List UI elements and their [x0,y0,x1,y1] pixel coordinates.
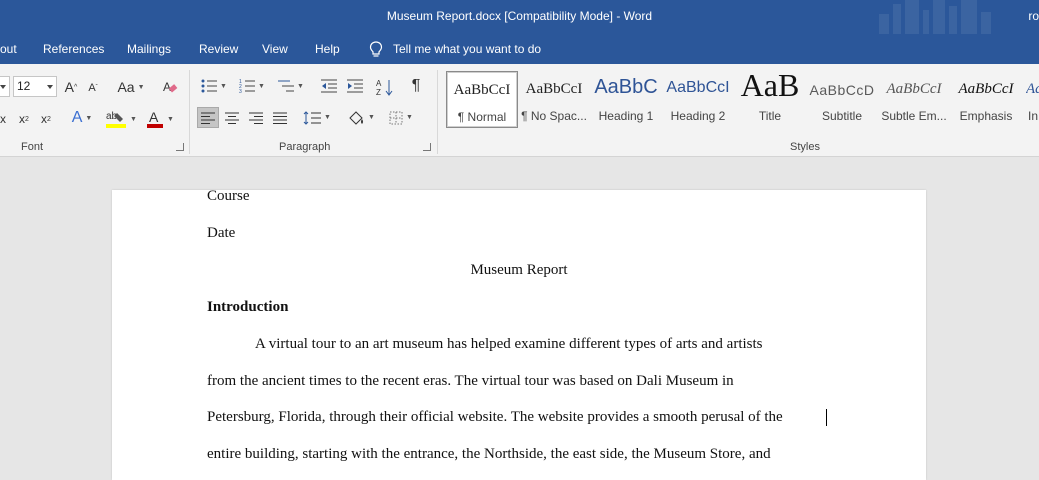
doc-paragraph-line: from the ancient times to the recent era… [207,373,734,389]
svg-text:Z: Z [376,88,381,96]
style-subtle-emphasis[interactable]: AaBbCcI Subtle Em... [878,71,950,128]
align-right-icon[interactable] [246,107,266,128]
sort-icon[interactable]: AZ [375,76,395,98]
tab-help[interactable]: Help [315,42,340,56]
highlight-color-icon[interactable]: ab ▼ [104,108,138,130]
align-center-icon[interactable] [222,107,242,128]
tab-review[interactable]: Review [199,42,238,56]
style-intense-emphasis-name: In [1028,109,1039,123]
shading-icon[interactable]: ▼ [344,107,378,128]
font-dialog-launcher[interactable] [176,143,184,151]
svg-text:A: A [163,80,171,94]
show-formatting-marks-icon[interactable]: ¶ [406,76,426,96]
text-cursor [826,409,827,426]
line-spacing-icon[interactable]: ▼ [300,107,334,128]
style-heading-1-preview: AaBbC [594,76,658,98]
style-title[interactable]: AaB Title [734,71,806,128]
change-case-icon[interactable]: Aa ▼ [115,78,147,96]
decrease-indent-icon[interactable] [319,76,339,96]
doc-line-course: Course [207,188,250,204]
document-canvas[interactable]: Course Date Museum Report Introduction A… [0,157,1039,480]
style-normal-name: ¶ Normal [457,110,507,124]
doc-line-date: Date [207,225,236,241]
document-page[interactable]: Course Date Museum Report Introduction A… [112,188,926,480]
style-title-name: Title [758,109,782,123]
align-left-icon[interactable] [197,107,219,128]
doc-paragraph-line: A virtual tour to an art museum has help… [255,336,763,352]
menu-bar: out References Mailings Review View Help… [0,34,1039,64]
tab-view[interactable]: View [262,42,288,56]
multilevel-list-icon[interactable]: ▼ [274,76,308,96]
style-heading-1[interactable]: AaBbC Heading 1 [590,71,662,128]
style-subtitle[interactable]: AaBbCcD Subtitle [806,71,878,128]
styles-group-label: Styles [790,141,820,153]
grow-font-icon[interactable]: A ^ [63,78,79,96]
style-emphasis[interactable]: AaBbCcI Emphasis [950,71,1022,128]
style-normal-preview: AaBbCcI [453,82,511,98]
font-color-icon[interactable]: A ▼ [143,108,177,130]
font-family-combo[interactable] [0,76,10,97]
style-heading-2[interactable]: AaBbCcI Heading 2 [662,71,734,128]
style-emphasis-preview: AaBbCcI [958,81,1014,97]
style-subtle-emphasis-preview: AaBbCcI [886,81,942,97]
superscript-icon[interactable]: x2 [38,110,54,128]
tab-layout[interactable]: out [0,42,17,56]
font-group-label: Font [21,141,44,153]
style-subtle-emphasis-name: Subtle Em... [881,109,947,123]
style-intense-emphasis-preview: Aa [1026,81,1039,97]
paragraph-dialog-launcher[interactable] [423,143,431,151]
style-title-preview: AaB [740,71,800,103]
font-size-value: 12 [17,79,31,93]
style-heading-1-name: Heading 1 [598,109,654,123]
style-no-spacing[interactable]: AaBbCcI ¶ No Spac... [518,71,590,128]
style-intense-emphasis[interactable]: Aa In [1022,71,1039,128]
subscript-icon[interactable]: x2 [16,110,32,128]
bullets-icon[interactable]: ▼ [198,76,230,96]
doc-title: Museum Report [470,262,568,278]
doc-paragraph-line: entire building, starting with the entra… [207,446,771,462]
window-title: Museum Report.docx [Compatibility Mode] … [386,9,653,23]
title-bar: Museum Report.docx [Compatibility Mode] … [0,0,1039,34]
svg-text:A: A [149,109,159,125]
group-separator [189,70,190,154]
style-no-spacing-preview: AaBbCcI [525,81,583,97]
text-effects-icon[interactable]: A ▼ [66,108,98,128]
tab-mailings[interactable]: Mailings [127,42,171,56]
ribbon: 12 A ^ Aˇ Aa ▼ A x x2 x2 A ▼ ab ▼ A ▼ Font … [0,64,1039,157]
tell-me-label: Tell me what you want to do [393,42,542,56]
clear-formatting-icon[interactable]: A [160,78,180,96]
svg-text:3: 3 [239,89,242,93]
increase-indent-icon[interactable] [345,76,365,96]
style-heading-2-preview: AaBbCcI [666,79,730,96]
style-normal[interactable]: AaBbCcI ¶ Normal [446,71,518,128]
doc-paragraph-line: Petersburg, Florida, through their offic… [207,409,783,425]
tell-me-search[interactable]: Tell me what you want to do [369,40,541,58]
justify-icon[interactable] [270,107,290,128]
lightbulb-icon [369,40,383,57]
style-emphasis-name: Emphasis [959,109,1013,123]
doc-heading-introduction: Introduction [207,299,289,315]
svg-text:A: A [376,79,382,88]
style-heading-2-name: Heading 2 [670,109,726,123]
tab-references[interactable]: References [43,42,104,56]
borders-icon[interactable]: ▼ [384,107,418,128]
style-subtitle-preview: AaBbCcD [809,82,875,98]
style-subtitle-name: Subtitle [821,109,863,123]
font-size-combo[interactable]: 12 [13,76,57,97]
group-separator [437,70,438,154]
style-no-spacing-name: ¶ No Spac... [521,109,587,123]
paragraph-group-label: Paragraph [279,141,331,153]
numbering-icon[interactable]: 1 2 3 ▼ [236,76,268,96]
user-name[interactable]: ro [1028,9,1039,23]
shrink-font-icon[interactable]: Aˇ [86,80,100,96]
strikethrough-icon[interactable]: x [0,110,8,128]
